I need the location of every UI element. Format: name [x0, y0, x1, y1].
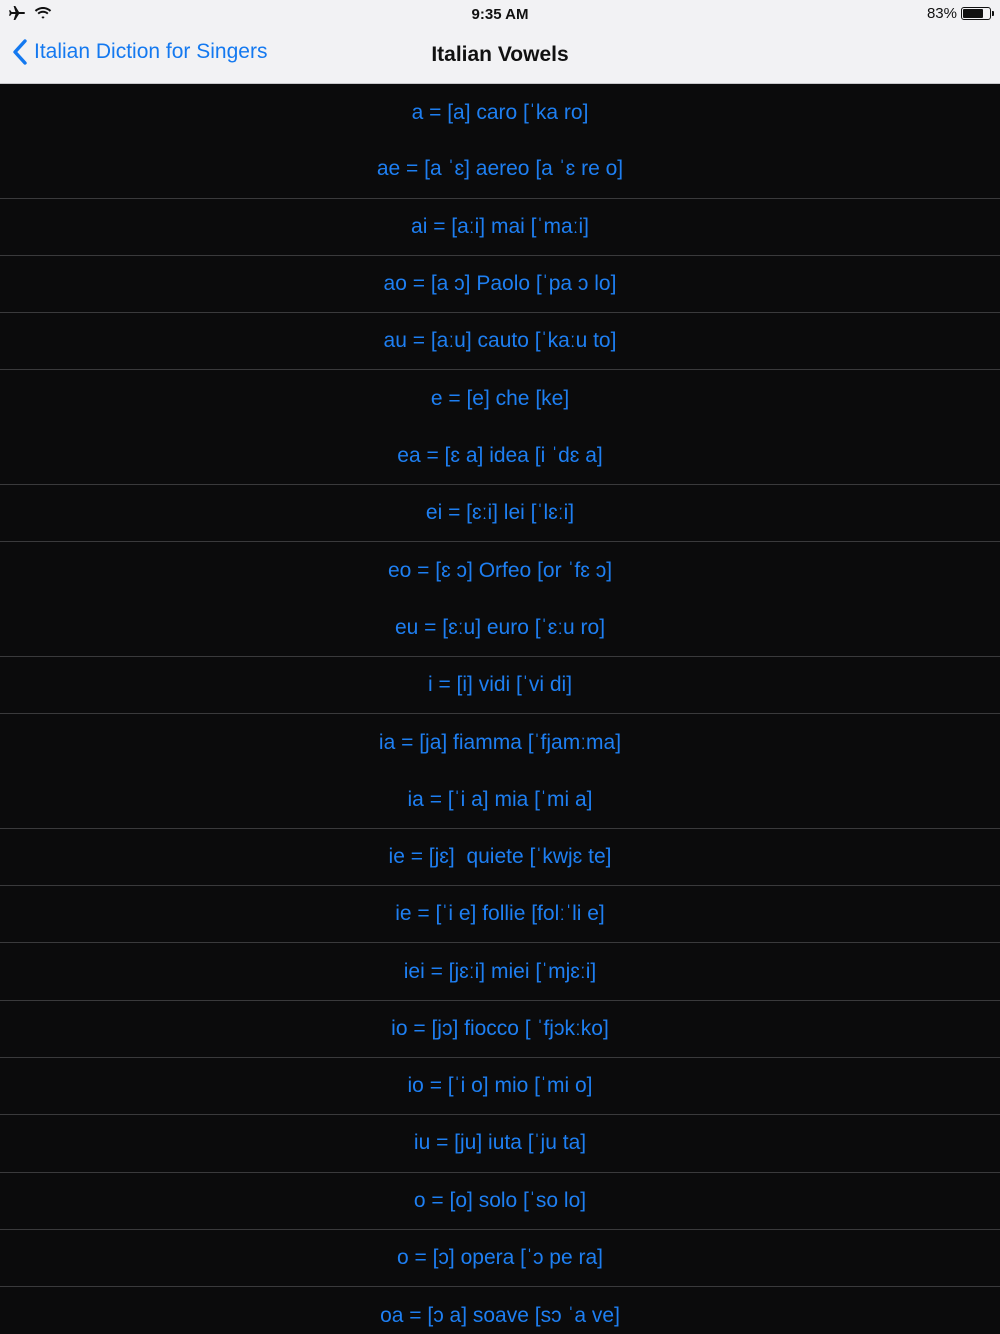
battery-percent: 83%	[926, 5, 957, 22]
status-right: 83%	[927, 5, 994, 22]
navigation-bar: Italian Diction for Singers Italian Vowe…	[0, 28, 1000, 84]
battery-icon	[961, 7, 991, 20]
status-time: 9:35 AM	[471, 6, 529, 23]
battery-fill	[963, 9, 983, 18]
list-item[interactable]: ea = [ɛ a] idea [i ˈdɛ a]	[0, 428, 1000, 486]
list-item[interactable]: ai = [aːi] mai [ˈmaːi]	[0, 199, 1000, 256]
list-item[interactable]: ae = [a ˈɛ] aereo [a ˈɛ re o]	[0, 141, 1000, 199]
list-item[interactable]: e = [e] che [ke]	[0, 370, 1000, 427]
list-item[interactable]: iu = [ju] iuta [ˈju ta]	[0, 1115, 1000, 1173]
list-item[interactable]: ei = [ɛːi] lei [ˈlɛːi]	[0, 485, 1000, 543]
status-bar: 9:35 AM 83%	[0, 0, 1000, 28]
list-item[interactable]: ia = [ja] fiamma [ˈfjamːma]	[0, 714, 1000, 771]
list-item[interactable]: io = [jɔ] fiocco [ ˈfjɔkːko]	[0, 1001, 1000, 1059]
list-item[interactable]: ao = [a ɔ] Paolo [ˈpa ɔ lo]	[0, 256, 1000, 314]
list-item[interactable]: i = [i] vidi [ˈvi di]	[0, 657, 1000, 715]
list-item[interactable]: iei = [jɛːi] miei [ˈmjɛːi]	[0, 943, 1000, 1001]
list-item[interactable]: io = [ˈi o] mio [ˈmi o]	[0, 1058, 1000, 1116]
chevron-left-icon	[13, 39, 27, 65]
list-item[interactable]: eo = [ɛ ɔ] Orfeo [or ˈfɛ ɔ]	[0, 542, 1000, 599]
back-button[interactable]: Italian Diction for Singers	[12, 38, 267, 66]
vowel-list[interactable]: a = [a] caro [ˈka ro] ae = [a ˈɛ] aereo […	[0, 84, 1000, 1334]
back-button-label: Italian Diction for Singers	[34, 40, 268, 63]
list-item[interactable]: ia = [ˈi a] mia [ˈmi a]	[0, 772, 1000, 829]
list-item[interactable]: eu = [ɛːu] euro [ˈɛːu ro]	[0, 600, 1000, 657]
battery-cap	[992, 11, 994, 16]
list-item[interactable]: oa = [ɔ a] soave [sɔ ˈa ve]	[0, 1287, 1000, 1334]
list-item[interactable]: o = [ɔ] opera [ˈɔ pe ra]	[0, 1230, 1000, 1288]
list-item[interactable]: o = [o] solo [ˈso lo]	[0, 1173, 1000, 1230]
list-item[interactable]: a = [a] caro [ˈka ro]	[0, 84, 1000, 141]
list-item[interactable]: au = [aːu] cauto [ˈkaːu to]	[0, 313, 1000, 371]
list-item[interactable]: ie = [ˈi e] follie [folːˈli e]	[0, 886, 1000, 944]
list-item[interactable]: ie = [jɛ] quiete [ˈkwjɛ te]	[0, 829, 1000, 887]
